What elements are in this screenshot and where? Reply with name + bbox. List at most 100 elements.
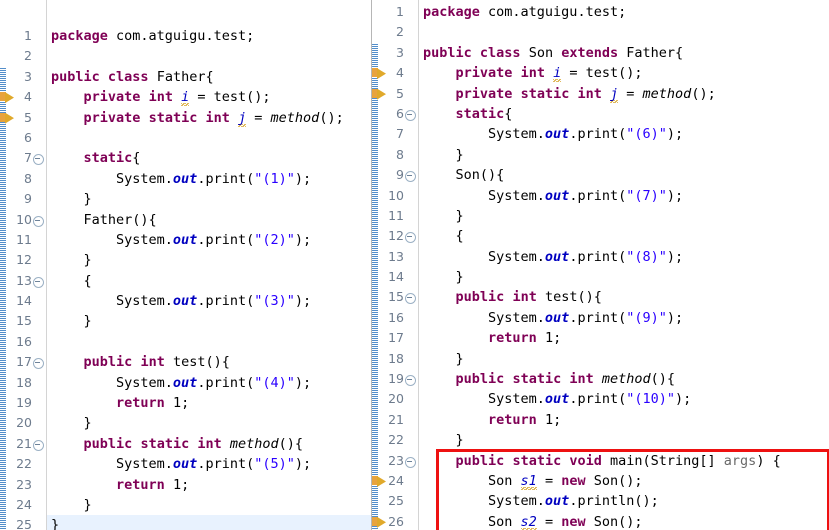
code-line[interactable]: } xyxy=(419,206,829,226)
line-number-row[interactable]: 5 xyxy=(5,108,46,128)
code-line[interactable]: } xyxy=(47,311,371,331)
line-number-row[interactable]: 10 xyxy=(6,210,46,230)
code-line[interactable]: } xyxy=(47,189,371,209)
fold-collapse-icon[interactable] xyxy=(33,215,44,227)
code-line[interactable]: return 1; xyxy=(419,410,829,430)
fold-collapse-icon[interactable] xyxy=(405,293,416,305)
right-line-number-gutter[interactable]: 1 2 3 4 5 6 7 8 9 10 11 12 13 14 15 16 17 18 19 20 21 22 23 24 2… xyxy=(377,0,419,530)
code-line[interactable]: System.out.print("(6)"); xyxy=(419,124,829,144)
warning-triangle-icon[interactable] xyxy=(377,88,386,100)
line-number-row[interactable]: 9 xyxy=(378,165,418,185)
code-line[interactable]: Father(){ xyxy=(47,210,371,230)
line-number-row[interactable]: 11 xyxy=(6,230,46,250)
line-number-row[interactable]: 14 xyxy=(6,291,46,311)
code-line[interactable]: package com.atguigu.test; xyxy=(419,2,829,22)
line-number-row[interactable]: 5 xyxy=(377,84,418,104)
warning-triangle-icon[interactable] xyxy=(377,68,386,80)
line-number-row[interactable]: 26 xyxy=(377,512,418,530)
code-line[interactable]: { xyxy=(419,226,829,246)
line-number-row[interactable]: 18 xyxy=(378,349,418,369)
line-number-row[interactable]: 3 xyxy=(6,67,46,87)
line-number-row[interactable]: 10 xyxy=(378,186,418,206)
code-line[interactable]: public static int method(){ xyxy=(419,369,829,389)
line-number-row[interactable]: 12 xyxy=(6,250,46,270)
code-line[interactable]: } xyxy=(47,413,371,433)
code-line[interactable]: public int test(){ xyxy=(419,287,829,307)
line-number-row[interactable]: 14 xyxy=(378,267,418,287)
code-line[interactable]: public int test(){ xyxy=(47,352,371,372)
line-number-row[interactable]: 21 xyxy=(378,410,418,430)
line-number-row[interactable]: 4 xyxy=(377,63,418,83)
fold-collapse-icon[interactable] xyxy=(405,232,416,244)
fold-collapse-icon[interactable] xyxy=(33,154,44,166)
code-line[interactable]: System.out.print("(4)"); xyxy=(47,373,371,393)
code-line[interactable]: public static void main(String[] args) { xyxy=(419,451,829,471)
code-line[interactable]: } xyxy=(47,250,371,270)
line-number-row[interactable]: 6 xyxy=(378,104,418,124)
line-number-row[interactable]: 4 xyxy=(5,87,46,107)
fold-collapse-icon[interactable] xyxy=(405,109,416,121)
code-line[interactable]: public static int method(){ xyxy=(47,434,371,454)
code-line[interactable]: System.out.print("(3)"); xyxy=(47,291,371,311)
line-number-row[interactable]: 23 xyxy=(378,451,418,471)
code-line[interactable]: return 1; xyxy=(47,475,371,495)
line-number-row[interactable]: 21 xyxy=(6,434,46,454)
warning-triangle-icon[interactable] xyxy=(5,92,14,104)
code-line[interactable]: System.out.print("(10)"); xyxy=(419,389,829,409)
code-line[interactable]: return 1; xyxy=(419,328,829,348)
code-line[interactable]: System.out.print("(1)"); xyxy=(47,169,371,189)
line-number-row[interactable]: 8 xyxy=(378,145,418,165)
code-line[interactable]: } xyxy=(419,145,829,165)
line-number-row[interactable]: 22 xyxy=(378,430,418,450)
code-line[interactable]: private int i = test(); xyxy=(419,63,829,83)
code-line[interactable]: static{ xyxy=(419,104,829,124)
code-line[interactable]: public class Father{ xyxy=(47,67,371,87)
code-line[interactable]: return 1; xyxy=(47,393,371,413)
warning-triangle-icon[interactable] xyxy=(377,516,386,528)
line-number-row[interactable]: 22 xyxy=(6,454,46,474)
code-line[interactable]: System.out.print("(7)"); xyxy=(419,186,829,206)
code-line[interactable]: System.out.print("(5)"); xyxy=(47,454,371,474)
line-number-row[interactable]: 20 xyxy=(378,389,418,409)
line-number-row[interactable]: 18 xyxy=(6,373,46,393)
fold-collapse-icon[interactable] xyxy=(33,358,44,370)
code-line[interactable]: } xyxy=(419,267,829,287)
code-line[interactable] xyxy=(47,46,371,66)
line-number-row[interactable]: 7 xyxy=(378,124,418,144)
line-number-row[interactable]: 1 xyxy=(6,26,46,46)
code-line[interactable]: private int i = test(); xyxy=(47,87,371,107)
line-number-row[interactable]: 2 xyxy=(378,22,418,42)
line-number-row[interactable]: 7 xyxy=(6,148,46,168)
code-line[interactable]: package com.atguigu.test; xyxy=(47,26,371,46)
left-code-area[interactable]: package com.atguigu.test; public class F… xyxy=(47,0,371,530)
code-line[interactable]: static{ xyxy=(47,148,371,168)
line-number-row[interactable]: 12 xyxy=(378,226,418,246)
line-number-row[interactable]: 13 xyxy=(6,271,46,291)
line-number-row[interactable]: 25 xyxy=(6,515,46,530)
code-line[interactable]: Son s2 = new Son(); xyxy=(419,512,829,530)
line-number-row[interactable]: 17 xyxy=(378,328,418,348)
line-number-row[interactable]: 23 xyxy=(6,475,46,495)
editor-pane-father[interactable]: 1 2 3 4 5 6 7 8 9 10 11 12 13 14 15 16 17 18 19 20 21 22 23 24 2… xyxy=(0,0,371,530)
fold-collapse-icon[interactable] xyxy=(405,375,416,387)
code-line[interactable]: private static int j = method(); xyxy=(419,84,829,104)
line-number-row[interactable]: 15 xyxy=(378,287,418,307)
line-number-row[interactable]: 19 xyxy=(378,369,418,389)
code-line[interactable]: Son s1 = new Son(); xyxy=(419,471,829,491)
code-line[interactable]: public class Son extends Father{ xyxy=(419,43,829,63)
code-line[interactable]: } xyxy=(419,430,829,450)
editor-pane-son[interactable]: 1 2 3 4 5 6 7 8 9 10 11 12 13 14 15 16 17 18 19 20 21 22 23 24 2… xyxy=(371,0,829,530)
line-number-row[interactable]: 19 xyxy=(6,393,46,413)
code-line[interactable]: private static int j = method(); xyxy=(47,108,371,128)
code-line[interactable] xyxy=(419,22,829,42)
line-number-row[interactable]: 17 xyxy=(6,352,46,372)
right-code-area[interactable]: package com.atguigu.test; public class S… xyxy=(419,0,829,530)
line-number-row[interactable]: 20 xyxy=(6,413,46,433)
fold-collapse-icon[interactable] xyxy=(405,456,416,468)
line-number-row[interactable]: 8 xyxy=(6,169,46,189)
code-line[interactable]: { xyxy=(47,271,371,291)
line-number-row[interactable]: 6 xyxy=(6,128,46,148)
fold-collapse-icon[interactable] xyxy=(405,171,416,183)
fold-collapse-icon[interactable] xyxy=(33,439,44,451)
warning-triangle-icon[interactable] xyxy=(377,475,386,487)
